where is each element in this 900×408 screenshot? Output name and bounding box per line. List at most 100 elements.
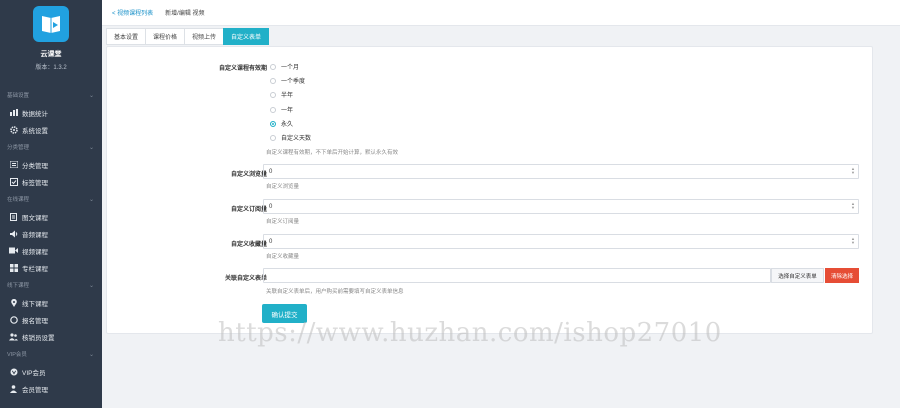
nav-group-label: 线下课程	[7, 283, 30, 289]
sidebar-item-verifier[interactable]: 核销员设置	[0, 328, 102, 345]
radio-label: 一个季度	[281, 79, 306, 85]
favs-input[interactable]: 0 ▲ ▼	[263, 234, 859, 249]
breadcrumb-back-link[interactable]: < 视频课程列表	[112, 8, 153, 17]
sidebar-item-label: 图文课程	[22, 214, 48, 222]
bar-chart-icon	[9, 109, 18, 117]
sidebar-item-offline[interactable]: 线下课程	[0, 294, 102, 311]
favs-value: 0	[269, 238, 273, 245]
validity-option-quarter[interactable]: 一个季度	[270, 76, 305, 85]
sidebar-item-stats[interactable]: 数据统计	[0, 104, 102, 121]
sidebar-item-vip[interactable]: VIP会员	[0, 363, 102, 380]
radio-circle	[270, 91, 276, 98]
sidebar-item-label: 视频课程	[22, 248, 48, 256]
tab-bar: 基本设置 课程价格 视频上传 自定义表单	[106, 28, 270, 45]
sidebar-item-label: 分类管理	[22, 162, 48, 170]
sidebar-item-tags[interactable]: 标签管理	[0, 173, 102, 190]
audio-icon	[9, 230, 18, 238]
circle-icon	[9, 315, 18, 324]
watermark-text: https://www.huzhan.com/ishop27010	[218, 318, 722, 348]
chevron-down-icon: ⌄	[88, 144, 94, 151]
nav-group-label: 分类管理	[7, 145, 30, 151]
validity-option-year[interactable]: 一年	[270, 105, 293, 114]
brand-version: 版本：1.3.2	[35, 65, 67, 71]
stepper-icon[interactable]: ▲ ▼	[851, 237, 855, 245]
radio-circle	[270, 77, 276, 84]
tab-video-upload[interactable]: 视频上传	[184, 28, 224, 45]
chevron-down-icon: ⌄	[88, 351, 94, 358]
sidebar: 云课堂 版本：1.3.2 基础设置 ⌄ 数据统计 系统设置 分类管理 ⌄ 分类管理 …	[0, 0, 102, 408]
subs-value: 0	[269, 203, 273, 210]
validity-hint: 自定义课程有效期，不下单后开始计算，默认永久有效	[266, 150, 399, 156]
radio-label: 半年	[281, 93, 294, 99]
list-icon	[9, 161, 18, 169]
validity-option-half-year[interactable]: 半年	[270, 90, 293, 99]
sidebar-item-article[interactable]: 图文课程	[0, 208, 102, 225]
views-value: 0	[269, 168, 273, 175]
nav-group-label: VIP会员	[7, 352, 27, 358]
nav-group-offline[interactable]: 线下课程 ⌄	[0, 276, 102, 294]
nav-group-label: 在线课程	[7, 197, 30, 203]
radio-label: 永久	[281, 122, 294, 128]
validity-option-permanent[interactable]: 永久	[270, 119, 293, 128]
sidebar-item-label: 音频课程	[22, 231, 48, 239]
nav-group-category[interactable]: 分类管理 ⌄	[0, 138, 102, 156]
tab-custom-form[interactable]: 自定义表单	[223, 28, 270, 45]
book-play-icon	[42, 16, 60, 33]
stepper-icon[interactable]: ▲ ▼	[851, 202, 855, 210]
sidebar-item-label: 线下课程	[22, 300, 48, 308]
radio-circle-checked	[270, 120, 276, 127]
tag-icon	[9, 177, 18, 186]
radio-label: 自定义天数	[281, 136, 312, 142]
sidebar-item-label: 数据统计	[22, 110, 48, 118]
tab-basic-settings[interactable]: 基本设置	[106, 28, 146, 45]
views-hint: 自定义浏览量	[266, 184, 300, 190]
validity-option-custom[interactable]: 自定义天数	[270, 133, 311, 142]
sidebar-item-label: 标签管理	[22, 179, 48, 187]
validity-label: 自定义课程有效期	[218, 66, 267, 72]
sidebar-item-label: 报名管理	[22, 317, 48, 325]
sidebar-item-signup[interactable]: 报名管理	[0, 311, 102, 328]
subs-input[interactable]: 0 ▲ ▼	[263, 199, 859, 214]
tab-course-price[interactable]: 课程价格	[145, 28, 185, 45]
sidebar-item-category[interactable]: 分类管理	[0, 156, 102, 173]
select-form-button[interactable]: 选择自定义表单	[771, 268, 824, 283]
grid-icon	[9, 263, 18, 272]
document-icon	[9, 212, 18, 221]
related-form-label: 关联自定义表单	[224, 276, 267, 282]
validity-option-1-month[interactable]: 一个月	[270, 62, 299, 71]
sidebar-item-label: VIP会员	[22, 369, 46, 377]
gear-icon	[9, 125, 18, 134]
radio-label: 一年	[281, 108, 294, 114]
user-icon	[9, 384, 18, 393]
video-icon	[9, 247, 18, 255]
related-form-input[interactable]	[263, 268, 771, 283]
radio-circle	[270, 63, 276, 70]
logo[interactable]	[33, 6, 69, 42]
radio-circle	[270, 106, 276, 113]
breadcrumb: < 视频课程列表 新增/编辑 视频	[102, 0, 900, 26]
chevron-down-icon: ⌄	[88, 282, 94, 289]
sidebar-item-video[interactable]: 视频课程	[0, 242, 102, 259]
sidebar-item-settings[interactable]: 系统设置	[0, 121, 102, 138]
vip-icon	[9, 368, 18, 376]
clear-selection-button[interactable]: 清除选择	[825, 268, 859, 283]
breadcrumb-current: 新增/编辑 视频	[165, 11, 205, 17]
nav-group-online[interactable]: 在线课程 ⌄	[0, 190, 102, 208]
views-label: 自定义浏览量	[230, 172, 267, 178]
nav-group-basic[interactable]: 基础设置 ⌄	[0, 86, 102, 104]
favs-label: 自定义收藏量	[230, 242, 267, 248]
brand-block: 云课堂 版本：1.3.2	[0, 0, 102, 86]
sidebar-item-members[interactable]: 会员管理	[0, 380, 102, 397]
radio-label: 一个月	[281, 65, 300, 71]
sidebar-item-column[interactable]: 专栏课程	[0, 259, 102, 276]
subs-hint: 自定义订阅量	[266, 219, 300, 225]
form-card: 自定义课程有效期 一个月 一个季度 半年 一年 永久 自定义天数 自定义课程有效…	[106, 46, 873, 334]
views-input[interactable]: 0 ▲ ▼	[263, 164, 859, 179]
stepper-icon[interactable]: ▲ ▼	[851, 167, 855, 175]
favs-hint: 自定义收藏量	[266, 254, 300, 260]
sidebar-item-audio[interactable]: 音频课程	[0, 225, 102, 242]
brand-name: 云课堂	[40, 51, 62, 58]
sidebar-item-label: 系统设置	[22, 127, 48, 135]
nav-group-vip[interactable]: VIP会员 ⌄	[0, 345, 102, 363]
chevron-down-icon: ⌄	[88, 92, 94, 99]
